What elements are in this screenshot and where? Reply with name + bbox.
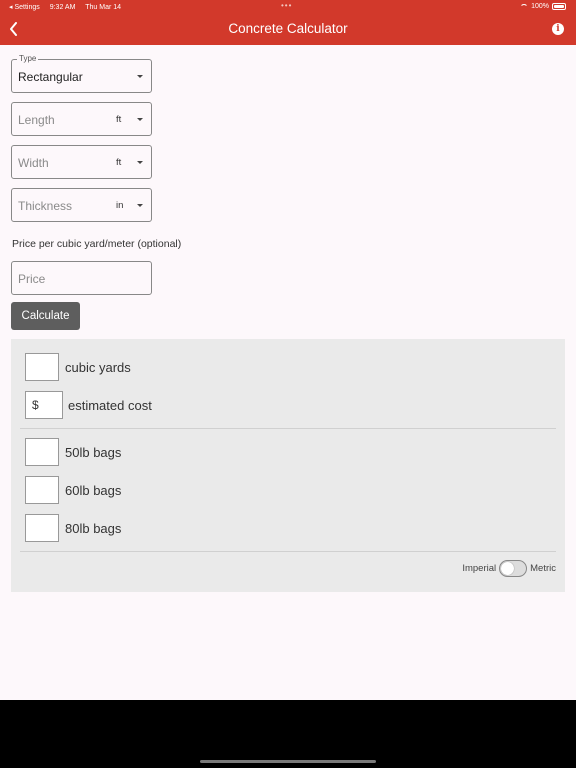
thickness-unit-select[interactable]: in [116,200,123,211]
imperial-label: Imperial [462,563,497,574]
bags-50-label: 50lb bags [65,445,122,460]
cubic-yards-label: cubic yards [65,360,131,375]
calculate-button[interactable]: Calculate [11,302,80,330]
bags-80-label: 80lb bags [65,521,122,536]
status-date: Thu Mar 14 [85,4,122,11]
cubic-yards-output [25,353,59,381]
metric-label: Metric [530,563,556,574]
status-time: 9:32 AM [49,4,76,11]
length-unit-select[interactable]: ft [116,114,121,125]
bags-80-output [25,514,59,542]
results-panel: cubic yards $ estimated cost 50lb bags 6… [11,339,565,592]
status-bar: ◂ Settings 9:32 AM Thu Mar 14 ••• 100% [0,0,576,14]
bags-60-output [25,476,59,504]
estimated-cost-output: $ [25,391,63,419]
dollar-sign: $ [32,398,39,412]
chevron-down-icon[interactable] [137,204,143,207]
thickness-placeholder: Thickness [18,199,73,213]
bags-60-label: 60lb bags [65,483,122,498]
app-screen: ◂ Settings 9:32 AM Thu Mar 14 ••• 100% C… [0,0,576,700]
chevron-down-icon [137,75,143,78]
divider [20,551,556,552]
price-label: Price per cubic yard/meter (optional) [12,238,182,250]
chevron-down-icon[interactable] [137,161,143,164]
status-back-app[interactable]: ◂ Settings [9,4,40,11]
type-value: Rectangular [18,70,83,84]
width-placeholder: Width [18,156,49,170]
wifi-icon [520,3,529,10]
price-field[interactable]: Price [11,261,152,295]
info-icon[interactable]: i [552,23,564,35]
page-title: Concrete Calculator [228,21,348,36]
length-placeholder: Length [18,113,55,127]
unit-switch[interactable] [499,560,528,577]
length-field[interactable]: Length ft [11,102,152,136]
chevron-down-icon[interactable] [137,118,143,121]
type-select[interactable]: Type Rectangular [11,54,152,93]
battery-percent: 100% [531,3,549,10]
width-field[interactable]: Width ft [11,145,152,179]
app-bar: Concrete Calculator i [0,14,576,45]
estimated-cost-label: estimated cost [68,398,152,413]
multitasking-dots[interactable]: ••• [281,1,292,10]
battery-icon [552,3,566,10]
divider [20,428,556,429]
unit-toggle: Imperial Metric [462,560,556,577]
bags-50-output [25,438,59,466]
type-legend: Type [17,54,39,63]
price-placeholder: Price [18,272,46,286]
home-indicator[interactable] [200,760,376,763]
thickness-field[interactable]: Thickness in [11,188,152,222]
width-unit-select[interactable]: ft [116,157,121,168]
